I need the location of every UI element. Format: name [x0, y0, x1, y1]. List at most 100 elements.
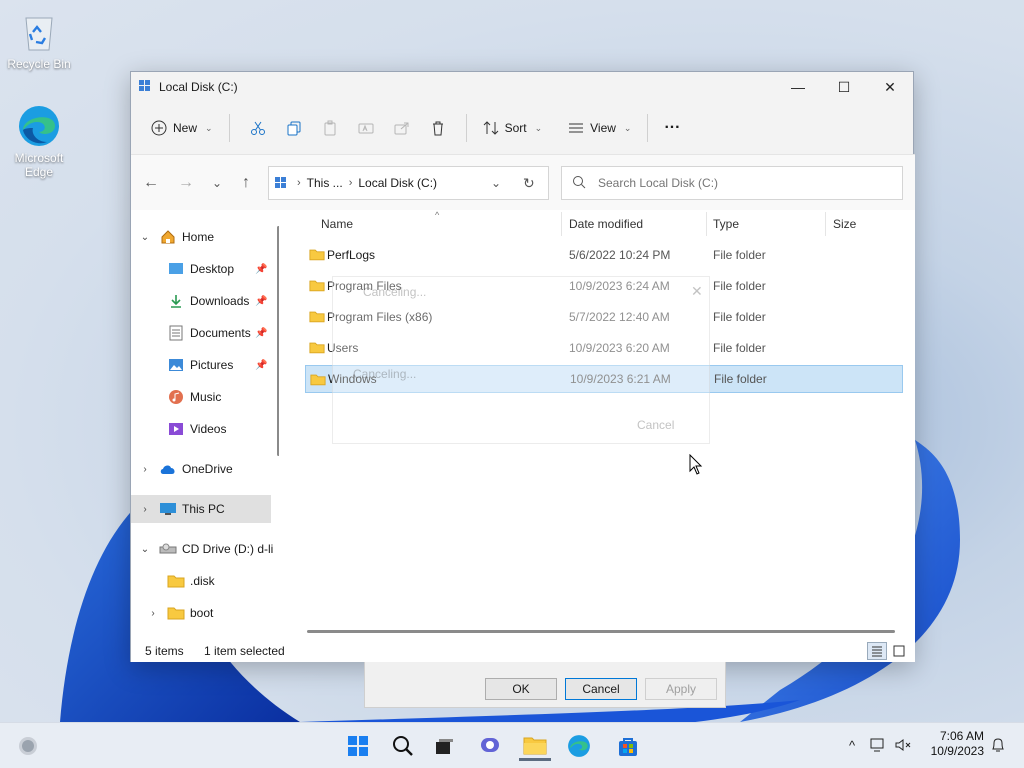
rename-icon: [358, 123, 374, 134]
desktop-icon-recycle-bin[interactable]: Recycle Bin: [3, 10, 75, 71]
nav-item-boot-folder[interactable]: › boot: [131, 599, 271, 627]
cd-drive-icon: [159, 541, 177, 557]
chevron-right-icon[interactable]: ›: [139, 504, 151, 515]
sort-button[interactable]: Sort ⌄: [477, 112, 549, 144]
column-header-name[interactable]: Name: [321, 210, 353, 238]
nav-item-downloads[interactable]: Downloads 📌: [131, 287, 271, 315]
up-button[interactable]: ↑: [231, 168, 261, 198]
column-header-size[interactable]: Size: [833, 210, 856, 238]
details-view-button[interactable]: [867, 642, 887, 660]
new-button[interactable]: New ⌄: [145, 112, 219, 144]
pin-icon: 📌: [255, 359, 268, 371]
apply-button[interactable]: Apply: [645, 678, 717, 700]
breadcrumb-local-disk[interactable]: Local Disk (C:): [358, 176, 437, 190]
selection-count: 1 item selected: [204, 644, 285, 658]
nav-item-this-pc[interactable]: › This PC: [131, 495, 271, 523]
paste-button[interactable]: [312, 112, 348, 144]
breadcrumb-this-pc[interactable]: This ...: [307, 176, 343, 190]
nav-item-pictures[interactable]: Pictures 📌: [131, 351, 271, 379]
column-divider[interactable]: [561, 212, 562, 236]
back-button[interactable]: ←: [136, 168, 166, 198]
horizontal-scrollbar[interactable]: [307, 630, 895, 633]
column-divider[interactable]: [706, 212, 707, 236]
toolbar-divider: [228, 114, 230, 142]
chevron-right-icon[interactable]: ›: [139, 464, 151, 475]
column-header-date[interactable]: Date modified: [569, 210, 643, 238]
nav-label: Pictures: [190, 358, 234, 372]
search-box[interactable]: [561, 166, 903, 200]
more-options-button[interactable]: ···: [658, 112, 686, 144]
desktop-icon-edge[interactable]: Microsoft Edge: [3, 104, 75, 179]
nav-item-desktop[interactable]: Desktop 📌: [131, 255, 271, 283]
show-hidden-icons-button[interactable]: ^: [842, 735, 862, 755]
store-taskbar-button[interactable]: [612, 731, 644, 761]
close-button[interactable]: ✕: [867, 72, 913, 102]
file-type: File folder: [713, 248, 766, 262]
maximize-icon: ☐: [837, 78, 851, 95]
ok-button[interactable]: OK: [485, 678, 557, 700]
notifications-button[interactable]: [988, 735, 1008, 755]
folder-icon: [309, 311, 325, 323]
cancel-button[interactable]: Cancel: [565, 678, 637, 700]
clock-time: 7:06 AM: [939, 729, 984, 743]
drive-icon: [139, 79, 153, 95]
minimize-button[interactable]: —: [775, 72, 821, 102]
file-explorer-taskbar-button[interactable]: [519, 731, 551, 761]
column-divider[interactable]: [825, 212, 826, 236]
share-button[interactable]: [384, 112, 420, 144]
nav-label: CD Drive (D:) d-li: [182, 542, 274, 556]
volume-button[interactable]: [893, 735, 913, 755]
refresh-icon[interactable]: ↻: [523, 175, 535, 192]
chevron-right-icon[interactable]: ›: [147, 608, 159, 619]
address-row: ← → ⌄ ↑ › This ... › Local Disk (C:) ⌄ ↻: [131, 154, 915, 210]
delete-button[interactable]: [420, 112, 456, 144]
maximize-button[interactable]: ☐: [821, 72, 867, 102]
nav-item-onedrive[interactable]: › OneDrive: [131, 455, 271, 483]
widgets-button[interactable]: [12, 731, 44, 761]
title-bar[interactable]: Local Disk (C:) — ☐ ✕: [131, 72, 913, 102]
network-button[interactable]: [868, 735, 888, 755]
nav-item-cd-drive[interactable]: ⌄ CD Drive (D:) d-li: [131, 535, 274, 563]
system-clock[interactable]: 7:06 AM 10/9/2023: [931, 729, 984, 759]
search-input[interactable]: [598, 176, 878, 190]
nav-label: Videos: [190, 422, 227, 436]
address-bar[interactable]: › This ... › Local Disk (C:) ⌄ ↻: [268, 166, 549, 200]
close-icon: ✕: [884, 78, 896, 95]
canceling-dialog-ghost: Canceling... ✕ Canceling... Cancel: [332, 276, 710, 444]
edge-taskbar-button[interactable]: [563, 731, 595, 761]
store-icon: [619, 738, 637, 756]
forward-button[interactable]: →: [171, 168, 201, 198]
edge-icon: [568, 735, 590, 757]
file-name: PerfLogs: [327, 248, 376, 262]
nav-scrollbar[interactable]: [277, 226, 279, 456]
column-label: Date modified: [569, 217, 644, 231]
tiles-view-button[interactable]: [889, 642, 909, 660]
start-button[interactable]: [342, 731, 374, 761]
nav-item-disk-folder[interactable]: .disk: [131, 567, 271, 595]
folder-icon: [309, 249, 325, 261]
nav-label: OneDrive: [182, 462, 233, 476]
nav-item-home[interactable]: ⌄ Home: [131, 223, 271, 251]
copy-button[interactable]: [276, 112, 312, 144]
file-row[interactable]: PerfLogs 5/6/2022 10:24 PM File folder: [305, 241, 903, 269]
nav-label: Documents: [190, 326, 251, 340]
minimize-icon: —: [791, 79, 805, 95]
address-dropdown-icon[interactable]: ⌄: [491, 176, 501, 190]
nav-item-music[interactable]: Music: [131, 383, 271, 411]
document-icon: [167, 325, 185, 341]
apply-label: Apply: [665, 682, 697, 696]
column-header-type[interactable]: Type: [713, 210, 739, 238]
chat-button[interactable]: [474, 731, 506, 761]
expanded-chevron-icon[interactable]: ⌄: [139, 232, 151, 243]
nav-item-documents[interactable]: Documents 📌: [131, 319, 271, 347]
edge-icon: [17, 104, 61, 148]
rename-button[interactable]: [348, 112, 384, 144]
task-view-button[interactable]: [428, 731, 460, 761]
expanded-chevron-icon[interactable]: ⌄: [139, 544, 151, 555]
view-button[interactable]: View ⌄: [562, 112, 637, 144]
nav-item-videos[interactable]: Videos: [131, 415, 271, 443]
cut-button[interactable]: [240, 112, 276, 144]
recent-locations-button[interactable]: ⌄: [202, 168, 232, 198]
search-taskbar-button[interactable]: [387, 731, 419, 761]
share-icon: [394, 122, 409, 135]
